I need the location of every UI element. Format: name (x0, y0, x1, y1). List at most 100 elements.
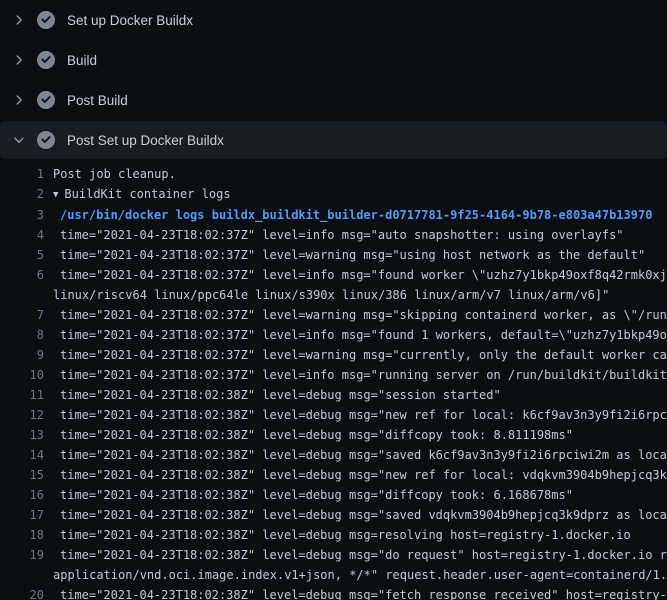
log-line: 5 time="2021-04-23T18:02:37Z" level=warn… (0, 245, 667, 265)
log-line: 19 time="2021-04-23T18:02:38Z" level=deb… (0, 545, 667, 585)
step-row-post-build[interactable]: Post Build (0, 80, 667, 120)
log-line-text: time="2021-04-23T18:02:38Z" level=debug … (44, 485, 573, 505)
log-line-number[interactable]: 8 (0, 325, 44, 345)
log-text-row: time="2021-04-23T18:02:38Z" level=debug … (53, 585, 667, 600)
log-text-row: time="2021-04-23T18:02:38Z" level=debug … (53, 525, 631, 545)
chevron-right-icon (11, 92, 27, 108)
log-line: 13 time="2021-04-23T18:02:38Z" level=deb… (0, 425, 667, 445)
log-line-number[interactable]: 7 (0, 305, 44, 325)
log-line-text: time="2021-04-23T18:02:38Z" level=debug … (44, 585, 667, 600)
log-line: 16 time="2021-04-23T18:02:38Z" level=deb… (0, 485, 667, 505)
log-line-text: time="2021-04-23T18:02:38Z" level=debug … (44, 385, 501, 405)
log-line-number[interactable]: 3 (0, 205, 44, 225)
log-text-row: time="2021-04-23T18:02:38Z" level=debug … (53, 545, 667, 565)
log-line-number[interactable]: 18 (0, 525, 44, 545)
log-line-text: time="2021-04-23T18:02:37Z" level=info m… (44, 225, 624, 245)
log-text-row: /usr/bin/docker logs buildx_buildkit_bui… (53, 205, 652, 225)
log-line-text: time="2021-04-23T18:02:37Z" level=warnin… (44, 245, 645, 265)
log-line-text: time="2021-04-23T18:02:37Z" level=info m… (44, 265, 667, 305)
log-line-text: time="2021-04-23T18:02:38Z" level=debug … (44, 525, 631, 545)
log-line-number[interactable]: 9 (0, 345, 44, 365)
log-line: 1 Post job cleanup. (0, 164, 667, 184)
log-line-text: time="2021-04-23T18:02:38Z" level=debug … (44, 465, 667, 485)
log-line: 12 time="2021-04-23T18:02:38Z" level=deb… (0, 405, 667, 425)
log-line-text: time="2021-04-23T18:02:38Z" level=debug … (44, 445, 667, 465)
step-row-build[interactable]: Build (0, 40, 667, 80)
log-text-row: time="2021-04-23T18:02:38Z" level=debug … (53, 425, 573, 445)
log-line: 14 time="2021-04-23T18:02:38Z" level=deb… (0, 445, 667, 465)
check-circle-icon (37, 51, 55, 69)
log-text-row: time="2021-04-23T18:02:38Z" level=debug … (53, 505, 667, 525)
log-line-text: /usr/bin/docker logs buildx_buildkit_bui… (44, 205, 652, 225)
log-line-number[interactable]: 14 (0, 445, 44, 465)
log-text-wrap-row: application/vnd.oci.image.index.v1+json,… (53, 565, 667, 585)
log-text-row: time="2021-04-23T18:02:38Z" level=debug … (53, 465, 667, 485)
log-line-number[interactable]: 20 (0, 585, 44, 600)
log-line: 18 time="2021-04-23T18:02:38Z" level=deb… (0, 525, 667, 545)
log-line-number[interactable]: 12 (0, 405, 44, 425)
log-line-text: time="2021-04-23T18:02:38Z" level=debug … (44, 425, 573, 445)
job-steps-list: Set up Docker Buildx Build P (0, 0, 667, 159)
log-line-text: time="2021-04-23T18:02:38Z" level=debug … (44, 405, 667, 425)
log-line: 2 ▼ BuildKit container logs (0, 184, 667, 205)
log-text-row: time="2021-04-23T18:02:38Z" level=debug … (53, 485, 573, 505)
log-line-number[interactable]: 17 (0, 505, 44, 525)
chevron-right-icon (11, 52, 27, 68)
log-text-row: time="2021-04-23T18:02:38Z" level=debug … (53, 445, 667, 465)
step-log-output: 1 Post job cleanup. 2 ▼ BuildKit containe… (0, 160, 667, 600)
log-text-row: time="2021-04-23T18:02:37Z" level=info m… (53, 325, 667, 345)
step-label: Set up Docker Buildx (67, 13, 193, 28)
log-text-row: time="2021-04-23T18:02:37Z" level=warnin… (53, 245, 645, 265)
check-circle-icon (37, 131, 55, 149)
log-text-row: time="2021-04-23T18:02:37Z" level=warnin… (53, 345, 667, 365)
log-line-number[interactable]: 10 (0, 365, 44, 385)
log-text-row: Post job cleanup. (53, 164, 176, 184)
log-line-text: Post job cleanup. (44, 164, 176, 184)
step-label: Post Build (67, 93, 128, 108)
log-line: 20 time="2021-04-23T18:02:38Z" level=deb… (0, 585, 667, 600)
group-toggle-triangle-icon[interactable]: ▼ (53, 185, 58, 205)
log-line-number[interactable]: 6 (0, 265, 44, 285)
log-line: 17 time="2021-04-23T18:02:38Z" level=deb… (0, 505, 667, 525)
log-line-number[interactable]: 19 (0, 545, 44, 565)
log-line-number[interactable]: 13 (0, 425, 44, 445)
log-line: 7 time="2021-04-23T18:02:37Z" level=warn… (0, 305, 667, 325)
step-row-post-set-up-docker-buildx[interactable]: Post Set up Docker Buildx (0, 121, 667, 159)
chevron-right-icon (11, 12, 27, 28)
log-line-number[interactable]: 4 (0, 225, 44, 245)
log-line-text: ▼ BuildKit container logs (44, 184, 231, 205)
log-line: 10 time="2021-04-23T18:02:37Z" level=inf… (0, 365, 667, 385)
log-text-row: time="2021-04-23T18:02:38Z" level=debug … (53, 405, 667, 425)
log-line: 4 time="2021-04-23T18:02:37Z" level=info… (0, 225, 667, 245)
step-row-set-up-docker-buildx[interactable]: Set up Docker Buildx (0, 0, 667, 40)
log-text-row: time="2021-04-23T18:02:37Z" level=info m… (53, 225, 624, 245)
log-line-text: time="2021-04-23T18:02:37Z" level=info m… (44, 365, 667, 385)
step-label: Post Set up Docker Buildx (67, 133, 224, 148)
log-line-number[interactable]: 5 (0, 245, 44, 265)
log-line: 11 time="2021-04-23T18:02:38Z" level=deb… (0, 385, 667, 405)
log-line-number[interactable]: 15 (0, 465, 44, 485)
chevron-down-icon (11, 132, 27, 148)
check-circle-icon (37, 11, 55, 29)
log-line-text: time="2021-04-23T18:02:37Z" level=warnin… (44, 345, 667, 365)
log-line: 15 time="2021-04-23T18:02:38Z" level=deb… (0, 465, 667, 485)
log-line-number[interactable]: 2 (0, 184, 44, 204)
check-circle-icon (37, 91, 55, 109)
log-text-row: time="2021-04-23T18:02:37Z" level=warnin… (53, 305, 667, 325)
log-line-text: time="2021-04-23T18:02:37Z" level=info m… (44, 325, 667, 345)
log-line-text: time="2021-04-23T18:02:38Z" level=debug … (44, 545, 667, 585)
log-text-row: time="2021-04-23T18:02:37Z" level=info m… (53, 265, 667, 285)
log-line: 9 time="2021-04-23T18:02:37Z" level=warn… (0, 345, 667, 365)
log-line-text: time="2021-04-23T18:02:37Z" level=warnin… (44, 305, 667, 325)
log-line: 6 time="2021-04-23T18:02:37Z" level=info… (0, 265, 667, 305)
log-line: 8 time="2021-04-23T18:02:37Z" level=info… (0, 325, 667, 345)
log-line-number[interactable]: 1 (0, 164, 44, 184)
step-label: Build (67, 53, 97, 68)
log-text-row: time="2021-04-23T18:02:38Z" level=debug … (53, 385, 501, 405)
log-text-row: time="2021-04-23T18:02:37Z" level=info m… (53, 365, 667, 385)
log-line-text: time="2021-04-23T18:02:38Z" level=debug … (44, 505, 667, 525)
log-line-number[interactable]: 16 (0, 485, 44, 505)
log-line-number[interactable]: 11 (0, 385, 44, 405)
log-line: 3 /usr/bin/docker logs buildx_buildkit_b… (0, 205, 667, 225)
log-text-row: BuildKit container logs (64, 187, 230, 201)
